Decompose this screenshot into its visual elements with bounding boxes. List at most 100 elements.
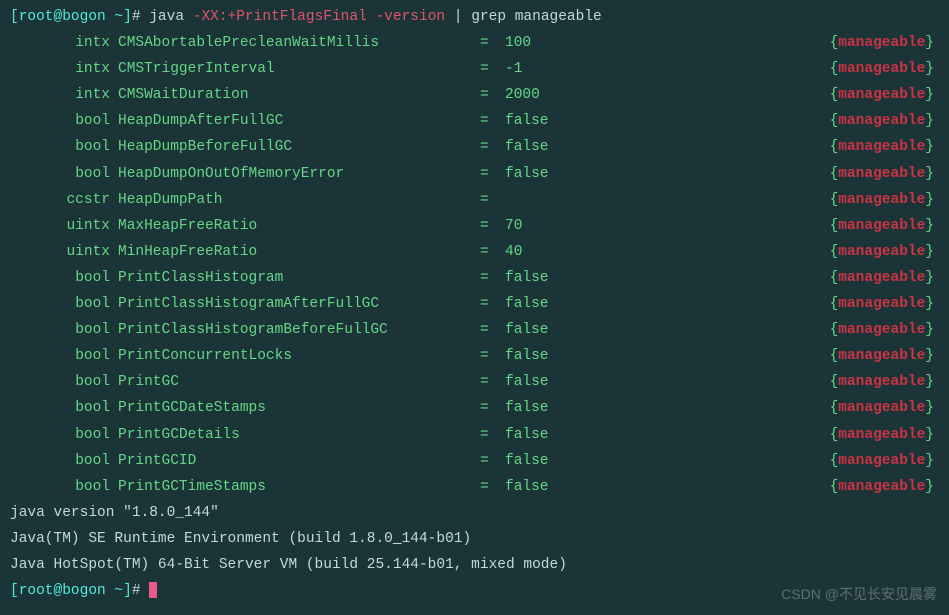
flag-type: bool bbox=[10, 108, 110, 134]
flag-category: {manageable} bbox=[830, 291, 939, 317]
flag-name: PrintGCDetails bbox=[110, 422, 480, 448]
cursor-icon bbox=[149, 582, 157, 598]
flag-category-label: manageable bbox=[838, 479, 925, 495]
command-line: [root@bogon ~]# java -XX:+PrintFlagsFina… bbox=[10, 4, 939, 30]
flag-row: ccstrHeapDumpPath={manageable} bbox=[10, 187, 939, 213]
flag-category-label: manageable bbox=[838, 35, 925, 51]
flag-category: {manageable} bbox=[830, 187, 939, 213]
flag-name: PrintClassHistogramBeforeFullGC bbox=[110, 317, 480, 343]
flag-category-label: manageable bbox=[838, 139, 925, 155]
flag-value: false bbox=[505, 108, 830, 134]
flag-category-label: manageable bbox=[838, 348, 925, 364]
flag-type: uintx bbox=[10, 213, 110, 239]
flag-equals: = bbox=[480, 213, 505, 239]
flag-category-label: manageable bbox=[838, 244, 925, 260]
flag-category-label: manageable bbox=[838, 427, 925, 443]
flag-category-label: manageable bbox=[838, 374, 925, 390]
flag-type: ccstr bbox=[10, 187, 110, 213]
flag-equals: = bbox=[480, 395, 505, 421]
flag-value: 2000 bbox=[505, 82, 830, 108]
flag-category: {manageable} bbox=[830, 474, 939, 500]
flag-equals: = bbox=[480, 317, 505, 343]
flag-type: bool bbox=[10, 395, 110, 421]
flag-category: {manageable} bbox=[830, 369, 939, 395]
flag-category: {manageable} bbox=[830, 134, 939, 160]
flag-type: bool bbox=[10, 448, 110, 474]
flag-equals: = bbox=[480, 291, 505, 317]
flag-category: {manageable} bbox=[830, 448, 939, 474]
flag-name: HeapDumpBeforeFullGC bbox=[110, 134, 480, 160]
flag-category: {manageable} bbox=[830, 108, 939, 134]
flag-value: false bbox=[505, 291, 830, 317]
flag-name: PrintGCID bbox=[110, 448, 480, 474]
flag-category-label: manageable bbox=[838, 218, 925, 234]
prompt-hash: # bbox=[132, 583, 149, 599]
flag-type: bool bbox=[10, 317, 110, 343]
flag-type: bool bbox=[10, 291, 110, 317]
flag-category: {manageable} bbox=[830, 161, 939, 187]
flag-type: bool bbox=[10, 265, 110, 291]
flag-type: intx bbox=[10, 82, 110, 108]
flag-category-label: manageable bbox=[838, 166, 925, 182]
prompt-open-bracket: [ bbox=[10, 583, 19, 599]
flag-value: false bbox=[505, 448, 830, 474]
flag-row: intxCMSTriggerInterval=-1{manageable} bbox=[10, 56, 939, 82]
flag-category-label: manageable bbox=[838, 113, 925, 129]
flag-row: boolHeapDumpBeforeFullGC=false{manageabl… bbox=[10, 134, 939, 160]
flag-equals: = bbox=[480, 448, 505, 474]
flag-category: {manageable} bbox=[830, 82, 939, 108]
command-pipe-grep: | grep manageable bbox=[445, 9, 602, 25]
flag-equals: = bbox=[480, 239, 505, 265]
prompt-close-bracket: ] bbox=[123, 9, 132, 25]
flag-row: boolPrintClassHistogramAfterFullGC=false… bbox=[10, 291, 939, 317]
flag-equals: = bbox=[480, 187, 505, 213]
flag-category: {manageable} bbox=[830, 395, 939, 421]
flag-category: {manageable} bbox=[830, 213, 939, 239]
flag-category: {manageable} bbox=[830, 265, 939, 291]
flag-name: PrintGCTimeStamps bbox=[110, 474, 480, 500]
flag-type: bool bbox=[10, 369, 110, 395]
flag-category: {manageable} bbox=[830, 422, 939, 448]
flag-value: false bbox=[505, 369, 830, 395]
flag-row: boolPrintConcurrentLocks=false{manageabl… bbox=[10, 343, 939, 369]
flag-type: bool bbox=[10, 134, 110, 160]
prompt-open-bracket: [ bbox=[10, 9, 19, 25]
prompt-path: ~ bbox=[106, 583, 123, 599]
flag-type: uintx bbox=[10, 239, 110, 265]
flag-row: boolPrintGC=false{manageable} bbox=[10, 369, 939, 395]
flag-category-label: manageable bbox=[838, 322, 925, 338]
flag-category-label: manageable bbox=[838, 61, 925, 77]
flag-value: false bbox=[505, 161, 830, 187]
flag-row: boolHeapDumpAfterFullGC=false{manageable… bbox=[10, 108, 939, 134]
flag-value bbox=[505, 187, 830, 213]
flag-name: PrintConcurrentLocks bbox=[110, 343, 480, 369]
flag-name: CMSTriggerInterval bbox=[110, 56, 480, 82]
flag-name: PrintGC bbox=[110, 369, 480, 395]
flag-value: -1 bbox=[505, 56, 830, 82]
java-version-line3: Java HotSpot(TM) 64-Bit Server VM (build… bbox=[10, 552, 939, 578]
flag-row: boolPrintClassHistogramBeforeFullGC=fals… bbox=[10, 317, 939, 343]
flag-equals: = bbox=[480, 265, 505, 291]
flag-type: bool bbox=[10, 422, 110, 448]
flag-equals: = bbox=[480, 343, 505, 369]
command-java: java bbox=[149, 9, 193, 25]
flag-category-label: manageable bbox=[838, 192, 925, 208]
flag-type: bool bbox=[10, 161, 110, 187]
flag-value: false bbox=[505, 343, 830, 369]
flag-row: boolPrintGCDateStamps=false{manageable} bbox=[10, 395, 939, 421]
flag-value: false bbox=[505, 395, 830, 421]
prompt-user-host: root@bogon bbox=[19, 9, 106, 25]
flag-value: 70 bbox=[505, 213, 830, 239]
flag-value: 100 bbox=[505, 30, 830, 56]
flag-equals: = bbox=[480, 369, 505, 395]
flag-category: {manageable} bbox=[830, 343, 939, 369]
flag-name: PrintClassHistogram bbox=[110, 265, 480, 291]
flag-value: false bbox=[505, 134, 830, 160]
command-flag-printflagsfinal: -XX:+PrintFlagsFinal bbox=[193, 9, 367, 25]
flag-category: {manageable} bbox=[830, 239, 939, 265]
flags-table: intxCMSAbortablePrecleanWaitMillis=100{m… bbox=[10, 30, 939, 500]
flag-row: boolPrintGCDetails=false{manageable} bbox=[10, 422, 939, 448]
flag-equals: = bbox=[480, 134, 505, 160]
flag-category-label: manageable bbox=[838, 400, 925, 416]
prompt-user-host: root@bogon bbox=[19, 583, 106, 599]
